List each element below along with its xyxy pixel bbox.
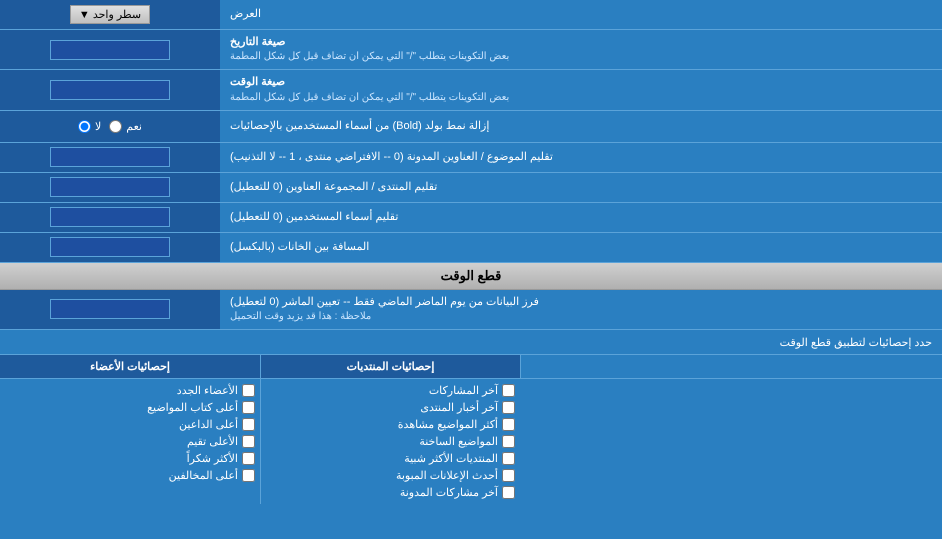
date-format-input[interactable]: d-m xyxy=(50,40,170,60)
topic-order-label: تقليم الموضوع / العناوين المدونة (0 -- ا… xyxy=(230,150,553,165)
bold-label: إزالة نمط بولد (Bold) من أسماء المستخدمي… xyxy=(230,119,489,134)
bold-yes-radio[interactable] xyxy=(109,120,122,133)
member-new[interactable]: الأعضاء الجدد xyxy=(5,382,255,399)
member-top-violators[interactable]: أعلى المخالفين xyxy=(5,467,255,484)
member-top-writers[interactable]: أعلى كتاب المواضيع xyxy=(5,399,255,416)
cutoff-label: فرز البيانات من يوم الماضر الماضي فقط --… xyxy=(230,295,539,310)
bold-no-label: لا xyxy=(95,120,101,133)
bold-yes-label: نعم xyxy=(126,120,142,133)
username-order-label: تقليم أسماء المستخدمين (0 للتعطيل) xyxy=(230,210,398,225)
stat-hot-topics[interactable]: المواضيع الساخنة xyxy=(266,433,515,450)
mode-dropdown-label: سطر واحد xyxy=(93,9,141,21)
display-title: العرض xyxy=(230,7,261,22)
stat-last-news[interactable]: آخر أخبار المنتدى xyxy=(266,399,515,416)
member-top-inviters[interactable]: أعلى الداعين xyxy=(5,416,255,433)
stats-header: إحصائيات المنتديات xyxy=(347,360,435,373)
member-most-thanked[interactable]: الأكثر شكراً xyxy=(5,450,255,467)
limit-label: حدد إحصائيات لتطبيق قطع الوقت xyxy=(10,336,932,349)
cutoff-section-header: قطع الوقت xyxy=(0,263,942,290)
stat-last-blog-posts[interactable]: آخر مشاركات المدونة xyxy=(266,484,515,501)
stat-most-similar[interactable]: المنتديات الأكثر شبية xyxy=(266,450,515,467)
stat-last-posts[interactable]: آخر المشاركات xyxy=(266,382,515,399)
mode-dropdown[interactable]: سطر واحد ▼ xyxy=(70,5,150,24)
forum-order-input[interactable]: 33 xyxy=(50,177,170,197)
column-gap-input[interactable]: 2 xyxy=(50,237,170,257)
time-format-input[interactable]: H:i xyxy=(50,80,170,100)
topic-order-input[interactable]: 33 xyxy=(50,147,170,167)
column-gap-label: المسافة بين الخانات (بالبكسل) xyxy=(230,240,369,255)
members-header: إحصائيات الأعضاء xyxy=(90,360,170,373)
stat-latest-ads[interactable]: أحدث الإعلانات المبوبة xyxy=(266,467,515,484)
time-format-label: صيغة الوقت xyxy=(230,75,285,90)
cutoff-input[interactable]: 0 xyxy=(50,299,170,319)
date-format-label: صيغة التاريخ xyxy=(230,35,285,50)
cutoff-note: ملاحظة : هذا قد يزيد وقت التحميل xyxy=(230,310,371,324)
time-format-desc: بعض التكوينات يتطلب "/" التي يمكن ان تضا… xyxy=(230,91,509,105)
stat-most-viewed[interactable]: أكثر المواضيع مشاهدة xyxy=(266,416,515,433)
date-format-desc: بعض التكوينات يتطلب "/" التي يمكن ان تضا… xyxy=(230,50,509,64)
username-order-input[interactable]: 0 xyxy=(50,207,170,227)
member-top-rated[interactable]: الأعلى تقيم xyxy=(5,433,255,450)
bold-no-radio[interactable] xyxy=(78,120,91,133)
forum-order-label: تقليم المنتدى / المجموعة العناوين (0 للت… xyxy=(230,180,437,195)
